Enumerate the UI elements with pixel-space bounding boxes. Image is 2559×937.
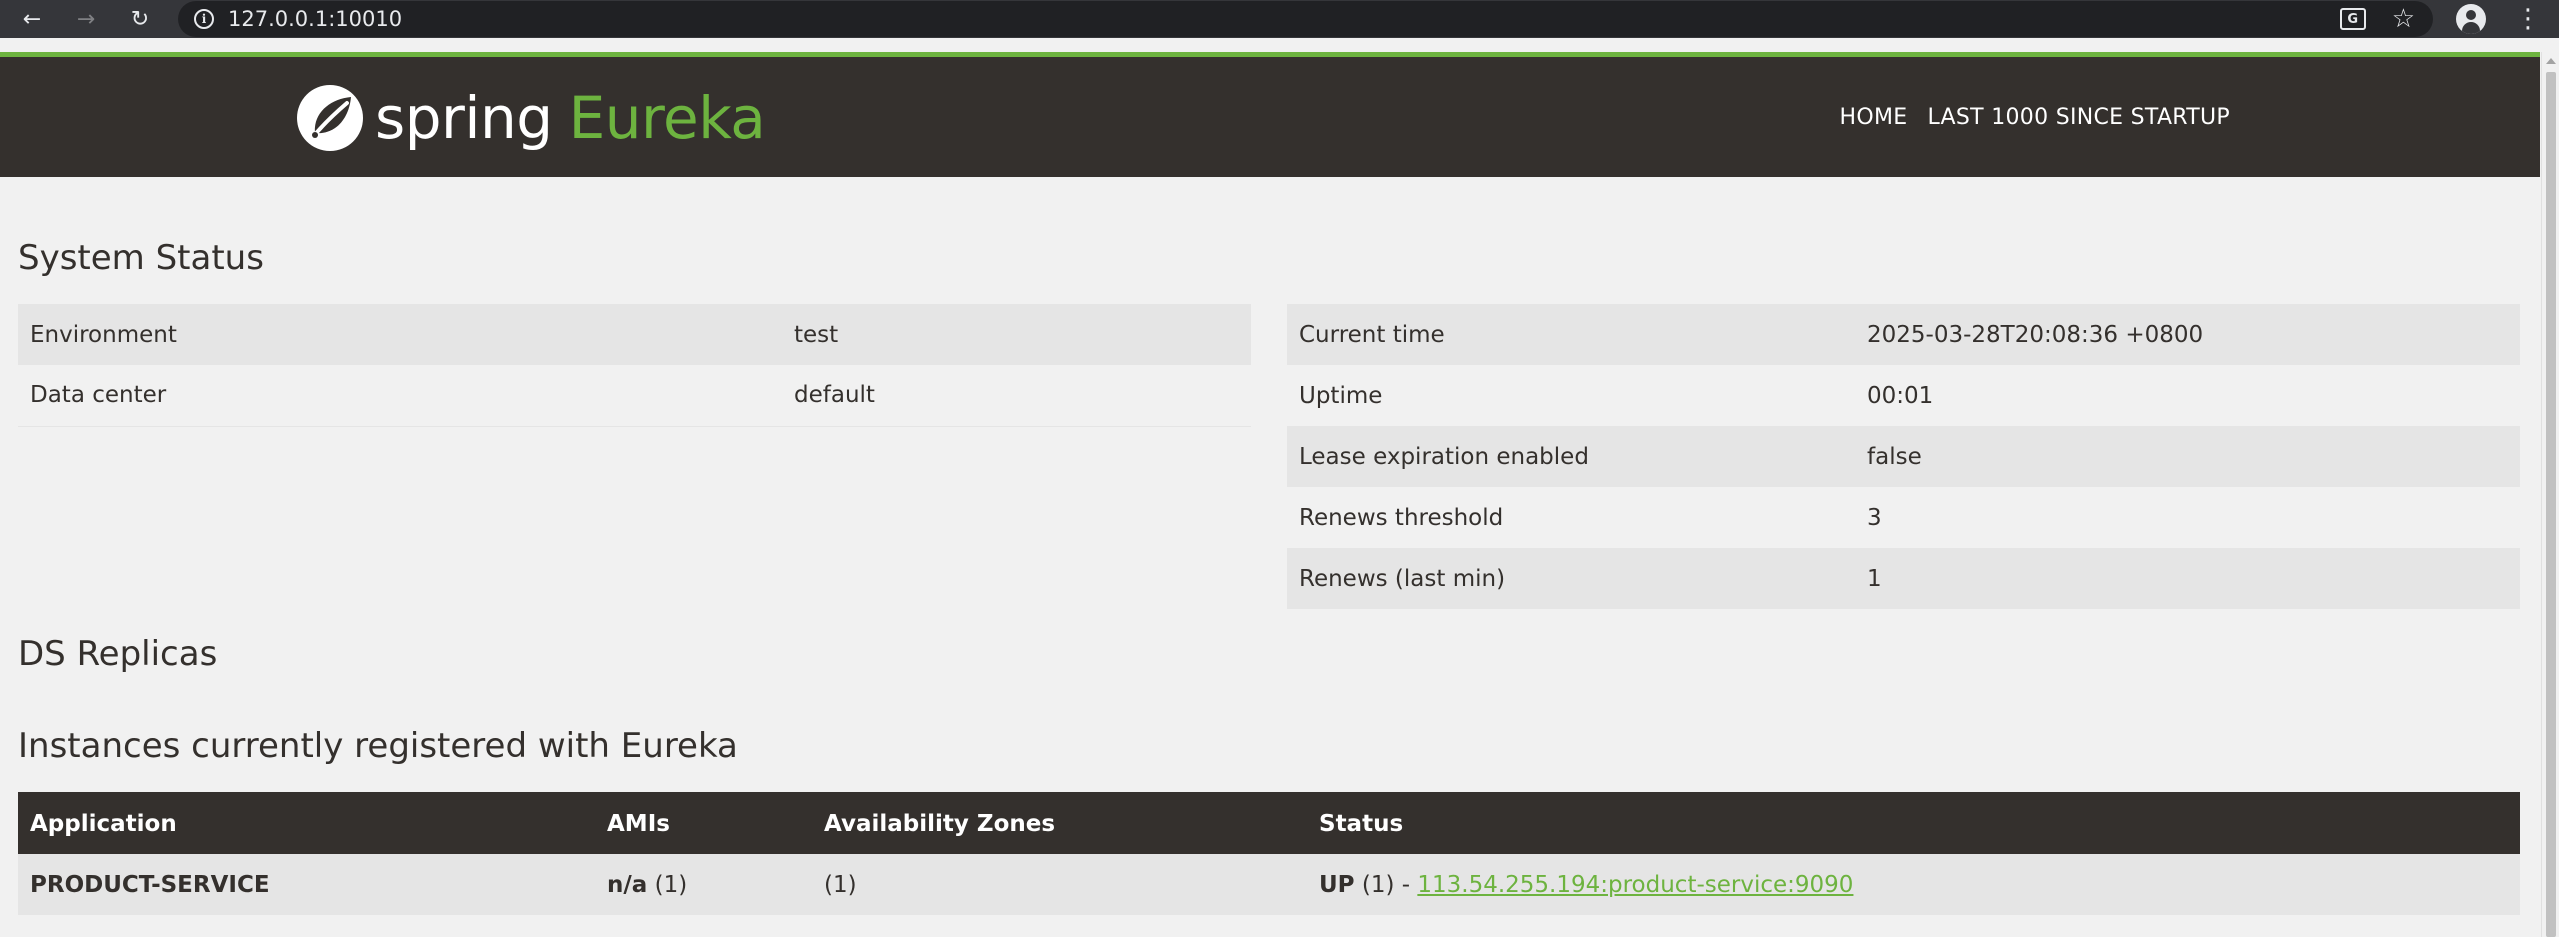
spring-eureka-logo[interactable]: spring Eureka: [295, 82, 766, 154]
amis-count: (1): [647, 871, 688, 898]
system-status-left-table: Environment test Data center default: [18, 304, 1251, 427]
table-row: Uptime 00:01: [1287, 365, 2520, 426]
status-label: Uptime: [1287, 365, 1855, 426]
table-row: Renews (last min) 1: [1287, 548, 2520, 609]
browser-toolbar: ← → ↻ i 127.0.0.1:10010 G ☆ ⋮: [0, 0, 2559, 38]
status-value: 00:01: [1855, 365, 2520, 426]
status-label: Lease expiration enabled: [1287, 426, 1855, 487]
status-up: UP: [1319, 871, 1355, 898]
system-status-heading: System Status: [18, 238, 264, 278]
status-label: Data center: [18, 365, 782, 427]
bookmark-star-icon[interactable]: ☆: [2392, 6, 2415, 32]
instances-header-row: Application AMIs Availability Zones Stat…: [18, 792, 2520, 854]
status-value: 3: [1855, 487, 2520, 548]
status-cell: UP (1) - 113.54.255.194:product-service:…: [1307, 854, 2520, 915]
logo-spring-text: spring: [375, 84, 553, 152]
amis-value: n/a: [607, 871, 648, 898]
scrollbar-thumb[interactable]: [2546, 72, 2556, 937]
translate-icon[interactable]: G: [2339, 8, 2366, 30]
instance-link[interactable]: 113.54.255.194:product-service:9090: [1417, 872, 1853, 898]
status-value: 2025-03-28T20:08:36 +0800: [1855, 304, 2520, 365]
instances-table: Application AMIs Availability Zones Stat…: [18, 792, 2520, 915]
column-header-application: Application: [18, 792, 595, 854]
forward-arrow-icon[interactable]: →: [70, 3, 102, 35]
status-label: Renews (last min): [1287, 548, 1855, 609]
top-navigation: HOME LAST 1000 SINCE STARTUP: [1840, 57, 2230, 177]
reload-icon[interactable]: ↻: [124, 3, 156, 35]
ds-replicas-heading: DS Replicas: [18, 634, 218, 674]
nav-last-1000-link[interactable]: LAST 1000 SINCE STARTUP: [1928, 105, 2231, 130]
logo-eureka-text: Eureka: [568, 84, 766, 152]
status-value: false: [1855, 426, 2520, 487]
application-name: PRODUCT-SERVICE: [18, 854, 595, 915]
status-count: (1) -: [1354, 871, 1418, 898]
spring-leaf-icon: [297, 85, 363, 151]
table-row: Environment test: [18, 304, 1251, 365]
column-header-status: Status: [1307, 792, 2520, 854]
site-info-icon[interactable]: i: [194, 9, 214, 29]
status-label: Current time: [1287, 304, 1855, 365]
page-content: spring Eureka HOME LAST 1000 SINCE STARTU…: [0, 52, 2540, 937]
column-header-amis: AMIs: [595, 792, 812, 854]
site-header: spring Eureka HOME LAST 1000 SINCE STARTU…: [0, 52, 2540, 177]
url-text[interactable]: 127.0.0.1:10010: [228, 7, 402, 31]
instances-heading: Instances currently registered with Eure…: [18, 726, 738, 766]
table-row: Lease expiration enabled false: [1287, 426, 2520, 487]
status-label: Renews threshold: [1287, 487, 1855, 548]
table-row: Current time 2025-03-28T20:08:36 +0800: [1287, 304, 2520, 365]
zones-cell: (1): [812, 854, 1307, 915]
browser-menu-icon[interactable]: ⋮: [2515, 3, 2541, 35]
table-row: Renews threshold 3: [1287, 487, 2520, 548]
status-value: 1: [1855, 548, 2520, 609]
status-label: Environment: [18, 304, 782, 365]
table-row: Data center default: [18, 365, 1251, 427]
address-bar[interactable]: i 127.0.0.1:10010 G ☆: [178, 1, 2433, 37]
table-row: PRODUCT-SERVICE n/a (1) (1) UP (1) - 113…: [18, 854, 2520, 915]
system-status-right-table: Current time 2025-03-28T20:08:36 +0800 U…: [1287, 304, 2520, 609]
profile-avatar-icon[interactable]: [2456, 4, 2486, 34]
nav-home-link[interactable]: HOME: [1840, 105, 1908, 130]
back-arrow-icon[interactable]: ←: [16, 3, 48, 35]
status-value: default: [782, 365, 1251, 427]
amis-cell: n/a (1): [595, 854, 812, 915]
status-value: test: [782, 304, 1251, 365]
scroll-up-arrow-icon[interactable]: [2546, 58, 2556, 64]
column-header-availability-zones: Availability Zones: [812, 792, 1307, 854]
page-scrollbar[interactable]: [2541, 52, 2559, 937]
